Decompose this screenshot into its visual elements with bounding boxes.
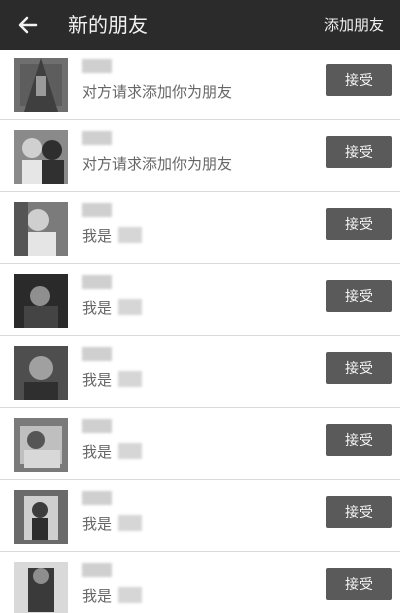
portrait-photo [14,346,68,400]
divider [0,335,400,336]
accept-button[interactable]: 接受 [326,352,392,384]
friend-request-row[interactable]: 我是 接受 [0,554,400,613]
blurred-text [118,587,142,603]
blurred-text [118,515,142,531]
avatar [14,58,68,112]
request-message: 我是 [82,371,113,389]
blurred-name [82,275,112,289]
friend-request-row[interactable]: 我是 接受 [0,194,400,264]
friend-request-row[interactable]: 我是 接受 [0,410,400,480]
friend-request-row[interactable]: 我是 接受 [0,338,400,408]
request-message: 我是 [82,515,113,533]
blurred-text [118,299,142,315]
request-message: 我是 [82,587,113,605]
standing-person-photo [14,562,68,613]
blurred-name [82,563,112,577]
divider [0,119,400,120]
blurred-name [82,491,112,505]
friend-request-row[interactable]: 我是 接受 [0,266,400,336]
dark-interior-photo [14,58,68,112]
back-arrow-icon[interactable] [14,12,42,38]
divider [0,479,400,480]
blurred-name [82,347,112,361]
request-message: 我是 [82,299,113,317]
avatar [14,202,68,256]
divider [0,407,400,408]
bed-photo [14,418,68,472]
add-friend-button[interactable]: 添加朋友 [324,15,384,35]
accept-button[interactable]: 接受 [326,208,392,240]
blurred-name [82,419,112,433]
back-arrow-icon-svg [18,16,38,34]
avatar [14,130,68,184]
avatar [14,490,68,544]
request-message: 对方请求添加你为朋友 [82,155,233,173]
blurred-text [118,443,142,459]
mirror-selfie-photo [14,490,68,544]
accept-button[interactable]: 接受 [326,280,392,312]
accept-button[interactable]: 接受 [326,568,392,600]
title-bar: 新的朋友 添加朋友 [0,0,400,50]
request-message: 我是 [82,227,113,245]
blurred-name [82,203,112,217]
dark-selfie-photo [14,274,68,328]
accept-button[interactable]: 接受 [326,136,392,168]
divider [0,263,400,264]
friend-request-row[interactable]: 对方请求添加你为朋友 接受 [0,122,400,192]
friend-request-row[interactable]: 我是 接受 [0,482,400,552]
avatar [14,562,68,613]
blurred-name [82,59,112,73]
request-message: 对方请求添加你为朋友 [82,83,233,101]
accept-button[interactable]: 接受 [326,424,392,456]
selfie-photo [14,202,68,256]
two-people-photo [14,130,68,184]
avatar [14,346,68,400]
page-title: 新的朋友 [68,13,148,37]
new-friends-list: 对方请求添加你为朋友 接受 对方请求添加你为朋友 接受 我是 接受 我是 接受 … [0,50,400,613]
divider [0,191,400,192]
avatar [14,418,68,472]
blurred-name [82,131,112,145]
divider [0,551,400,552]
accept-button[interactable]: 接受 [326,496,392,528]
blurred-text [118,371,142,387]
request-message: 我是 [82,443,113,461]
blurred-text [118,227,142,243]
friend-request-row[interactable]: 对方请求添加你为朋友 接受 [0,50,400,120]
accept-button[interactable]: 接受 [326,64,392,96]
avatar [14,274,68,328]
